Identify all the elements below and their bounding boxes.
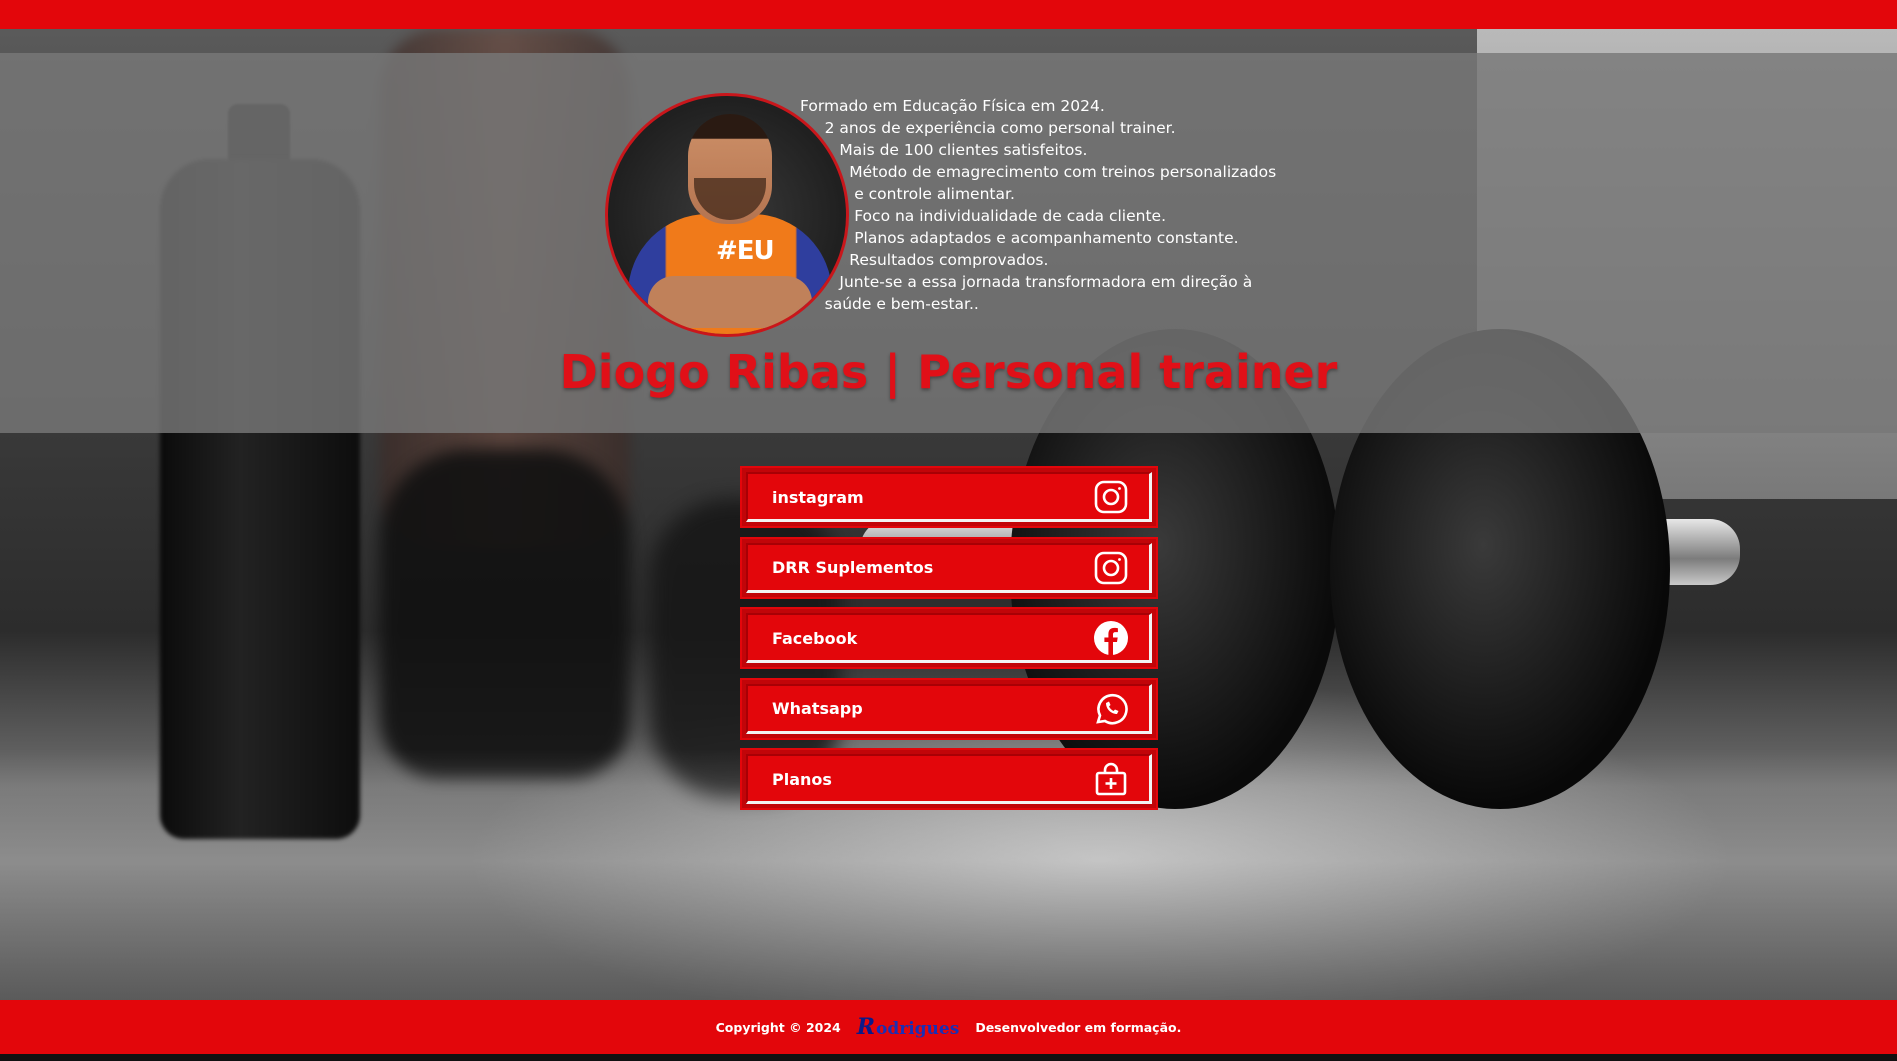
whatsapp-icon <box>1092 690 1130 728</box>
link-label: Whatsapp <box>772 699 863 718</box>
bio-line: 2 anos de experiência como personal trai… <box>800 119 1176 137</box>
facebook-link-button[interactable]: Facebook <box>740 607 1158 669</box>
page-title: Diogo Ribas | Personal trainer <box>559 345 1338 399</box>
facebook-icon <box>1092 619 1130 657</box>
bio-text: Formado em Educação Física em 2024. 2 an… <box>800 95 1320 315</box>
bio-line: Método de emagrecimento com treinos pers… <box>800 163 1277 181</box>
avatar-arms <box>648 276 812 328</box>
whatsapp-link-button[interactable]: Whatsapp <box>740 677 1158 740</box>
bio-line: Junte-se a essa jornada transformadora e… <box>800 273 1253 291</box>
bio-line: Resultados comprovados. <box>800 251 1049 269</box>
link-list: instagram DRR Suplementos Facebook Whats… <box>740 466 1158 819</box>
bio-line: Formado em Educação Física em 2024. <box>800 97 1105 115</box>
developer-logo-initial: R <box>856 1014 876 1040</box>
link-label: Planos <box>772 769 832 789</box>
footer: Copyright © 2024 Rodrigues Desenvolvedor… <box>0 1000 1897 1054</box>
link-label: instagram <box>772 487 864 507</box>
avatar-shirt-logo: #EU <box>716 236 775 266</box>
bio-line: Foco na individualidade de cada cliente. <box>800 207 1167 225</box>
bio-line: Planos adaptados e acompanhamento consta… <box>800 229 1239 247</box>
background-shoe <box>380 449 630 779</box>
drr-suplementos-link-button[interactable]: DRR Suplementos <box>740 536 1158 599</box>
shopping-bag-plus-icon <box>1092 760 1130 798</box>
developer-logo-text: odrigues <box>876 1019 960 1039</box>
bio-line: Mais de 100 clientes satisfeitos. <box>800 141 1088 159</box>
bio-line: e controle alimentar. <box>800 185 1015 203</box>
instagram-icon <box>1092 549 1130 587</box>
bottom-strip <box>0 1054 1897 1061</box>
link-label: DRR Suplementos <box>772 558 934 577</box>
developer-logo[interactable]: Rodrigues <box>857 1014 960 1040</box>
top-accent-bar <box>0 0 1897 29</box>
instagram-icon <box>1092 478 1130 516</box>
developer-tagline: Desenvolvedor em formação. <box>975 1019 1182 1035</box>
bio-line: saúde e bem-estar.. <box>800 295 979 313</box>
link-label: Facebook <box>772 628 858 648</box>
planos-link-button[interactable]: Planos <box>740 748 1158 810</box>
copyright-text: Copyright © 2024 <box>715 1019 841 1035</box>
instagram-link-button[interactable]: instagram <box>740 466 1158 528</box>
